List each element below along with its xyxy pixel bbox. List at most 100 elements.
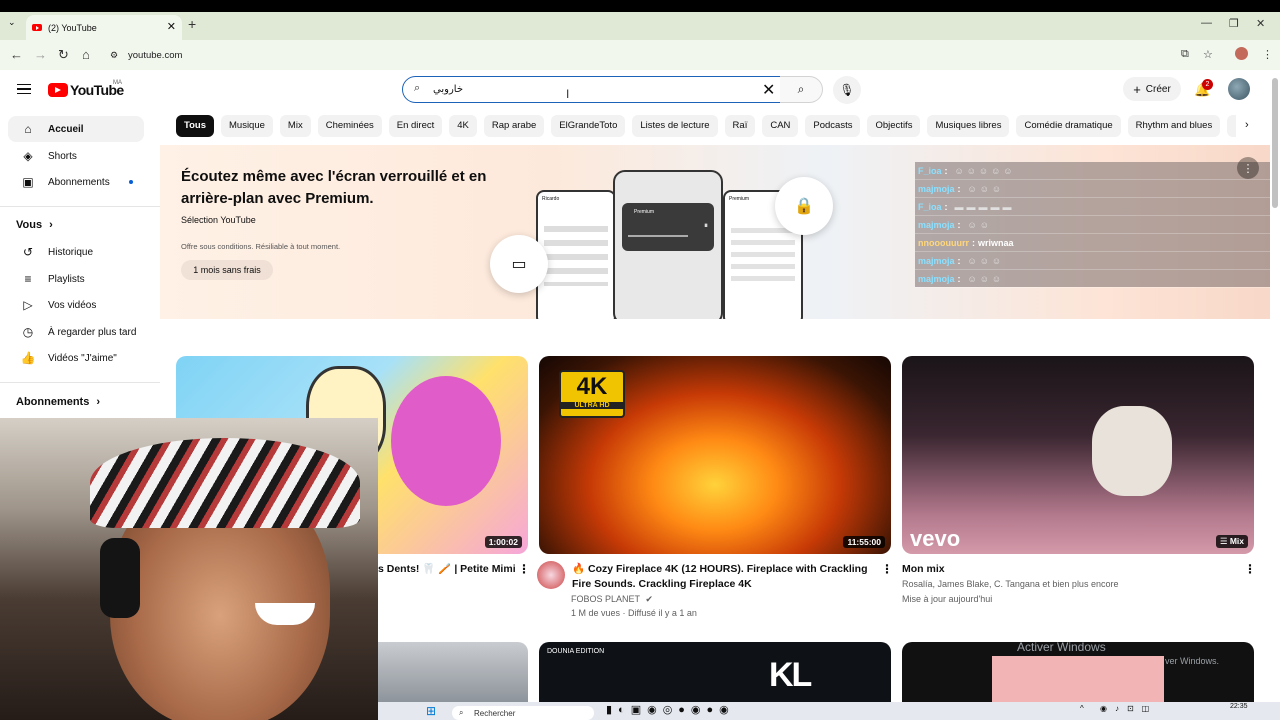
sidebar-item-playlists[interactable]: ≡ Playlists (8, 266, 144, 292)
minimize-icon[interactable]: — (1201, 17, 1212, 29)
sidebar-item-liked-videos[interactable]: 👍 Vidéos "J'aime" (8, 345, 144, 371)
sidebar-item-your-videos[interactable]: ▷ Vos vidéos (8, 292, 144, 318)
maximize-icon[interactable]: ❐ (1229, 17, 1239, 30)
chat-separator: : (957, 219, 961, 230)
profile-avatar-icon[interactable] (1235, 47, 1248, 60)
install-app-icon[interactable]: ⧉ (1181, 48, 1189, 61)
sidebar-item-subscriptions[interactable]: ▣ Abonnements (8, 169, 144, 195)
search-button[interactable]: ⌕ (780, 76, 823, 103)
mix-badge: ☰ Mix (1215, 535, 1248, 548)
window-close-icon[interactable]: ✕ (1256, 17, 1265, 30)
home-icon[interactable]: ⌂ (82, 47, 90, 62)
country-code: MA (113, 80, 122, 86)
filter-chip[interactable]: Rhythm and blues (1127, 115, 1221, 137)
history-icon: ↺ (22, 245, 34, 259)
filter-chip[interactable]: F (1227, 115, 1236, 137)
banner-more-icon[interactable]: ⋮ (1237, 157, 1259, 179)
you-heading-label: Vous (16, 219, 43, 231)
subscriptions-section-heading[interactable]: Abonnements › (16, 396, 100, 408)
taskbar-clock[interactable]: 22:35 (1230, 703, 1248, 710)
video-thumbnail-mix[interactable]: vevo ☰ Mix (902, 356, 1254, 554)
site-info-icon[interactable]: ⚙ (110, 50, 118, 61)
filter-chip[interactable]: Listes de lecture (632, 115, 718, 137)
chat-separator: : (957, 273, 961, 284)
channel-avatar[interactable] (537, 561, 565, 589)
video-title[interactable]: s Dents! 🦷 🪥 | Petite Mimi (378, 562, 516, 577)
filter-chip[interactable]: CAN (762, 115, 799, 137)
new-content-dot (129, 180, 133, 184)
playlists-icon: ≡ (24, 272, 32, 286)
bookmark-star-icon[interactable]: ☆ (1203, 48, 1213, 61)
chat-username: majmoja (918, 273, 955, 284)
forward-icon[interactable]: → (34, 47, 47, 62)
filter-chip[interactable]: Musique (221, 115, 273, 137)
filter-chip[interactable]: 4K (449, 115, 477, 137)
sidebar-item-watch-later[interactable]: ◷ À regarder plus tard (8, 319, 144, 345)
trial-button[interactable]: 1 mois sans frais (181, 260, 273, 280)
filter-chip[interactable]: Comédie dramatique (1016, 115, 1121, 137)
windows-start-icon[interactable]: ⊞ (426, 704, 436, 718)
filter-chip[interactable]: En direct (388, 115, 443, 137)
tab-title: (2) YouTube (48, 22, 97, 33)
video-thumbnail-fireplace[interactable]: 4K ULTRA HD 11:55:00 (539, 356, 891, 554)
tab-list-chevron-icon[interactable]: ⌄ (8, 17, 16, 28)
sidebar-item-shorts[interactable]: ◈ Shorts (8, 143, 144, 169)
badge-ultrahd: ULTRA HD (561, 402, 623, 409)
chips-next-chevron-icon[interactable]: › (1245, 119, 1249, 131)
video-duration: 1:00:02 (484, 536, 522, 548)
filter-chips-bar: Tous Musique Mix Cheminées En direct 4K Rap ar… (176, 115, 1236, 137)
tray-icons[interactable]: ◉♪⊡◫ (1100, 704, 1157, 713)
taskbar-app-icons[interactable]: ▮◐▣◉◎●◉●◉ (606, 703, 735, 716)
banner-note: Offre sous conditions. Résiliable à tout… (181, 242, 341, 251)
reload-icon[interactable]: ↻ (58, 47, 69, 63)
filter-chip[interactable]: Rap arabe (483, 115, 545, 137)
windows-activation-subtext: ver Windows. (1165, 656, 1220, 666)
video-title[interactable]: Mon mix (902, 562, 945, 577)
video-menu-icon[interactable]: ⋮ (1244, 562, 1256, 576)
filter-chip[interactable]: Mix (279, 115, 311, 137)
video-thumbnail-row2-2[interactable]: DOUNIA EDITION KL (539, 642, 891, 702)
voice-search-button[interactable]: 🎙 (833, 76, 861, 104)
video-menu-icon[interactable]: ⋮ (518, 562, 530, 576)
guide-menu-icon[interactable] (17, 84, 31, 94)
clear-search-icon[interactable]: ✕ (762, 80, 775, 100)
filter-chip[interactable]: Musiques libres (927, 115, 1010, 137)
sidebar-item-home[interactable]: ⌂ Accueil (8, 116, 144, 142)
chat-username: nnooouuurr (918, 237, 969, 248)
sidebar-item-history[interactable]: ↺ Historique (8, 239, 144, 265)
new-tab-button[interactable]: + (188, 16, 196, 32)
chat-separator: : (972, 237, 975, 248)
create-button[interactable]: + Créer (1123, 77, 1181, 101)
filter-chip[interactable]: Podcasts (805, 115, 861, 137)
page-scrollbar[interactable] (1272, 78, 1278, 208)
filter-chip[interactable]: ElGrandeToto (551, 115, 626, 137)
tab-close-icon[interactable]: ✕ (167, 20, 176, 33)
filter-chip[interactable]: Tous (176, 115, 214, 137)
back-icon[interactable]: ← (10, 47, 23, 62)
youtube-logo-icon (48, 83, 68, 97)
filter-chip[interactable]: Cheminées (317, 115, 382, 137)
filter-chip[interactable]: Raï (724, 115, 756, 137)
chat-emotes: ▬▬▬▬▬ (954, 201, 1015, 212)
filter-chip[interactable]: Objectifs (867, 115, 921, 137)
url-field[interactable]: ⚙ youtube.com (104, 45, 1254, 65)
video-thumbnail-row2-1[interactable] (378, 642, 528, 702)
channel-name[interactable]: FOBOS PLANET ✔ (571, 592, 653, 607)
browser-tab-youtube[interactable]: (2) YouTube ✕ (26, 15, 182, 40)
webcam-cap (90, 438, 360, 528)
mix-artists: Rosalía, James Blake, C. Tangana et bien… (902, 579, 1119, 589)
account-avatar[interactable] (1228, 78, 1250, 100)
chat-username: majmoja (918, 183, 955, 194)
mix-badge-text: Mix (1229, 536, 1244, 546)
taskbar-search-icon: ⌕ (459, 708, 464, 717)
create-label: Créer (1145, 83, 1171, 95)
browser-menu-icon[interactable]: ⋮ (1262, 48, 1273, 61)
taskbar-search-input[interactable]: ⌕ Rechercher (452, 706, 594, 720)
banner-subtitle: Sélection YouTube (181, 215, 256, 225)
video-menu-icon[interactable]: ⋮ (881, 562, 893, 576)
tray-chevron-icon[interactable]: ^ (1080, 704, 1084, 713)
url-text: youtube.com (128, 49, 183, 61)
you-section-heading[interactable]: Vous › (16, 219, 53, 231)
search-input[interactable]: خاروبي (402, 76, 782, 103)
video-title[interactable]: 🔥 Cozy Fireplace 4K (12 HOURS). Fireplac… (572, 562, 878, 592)
